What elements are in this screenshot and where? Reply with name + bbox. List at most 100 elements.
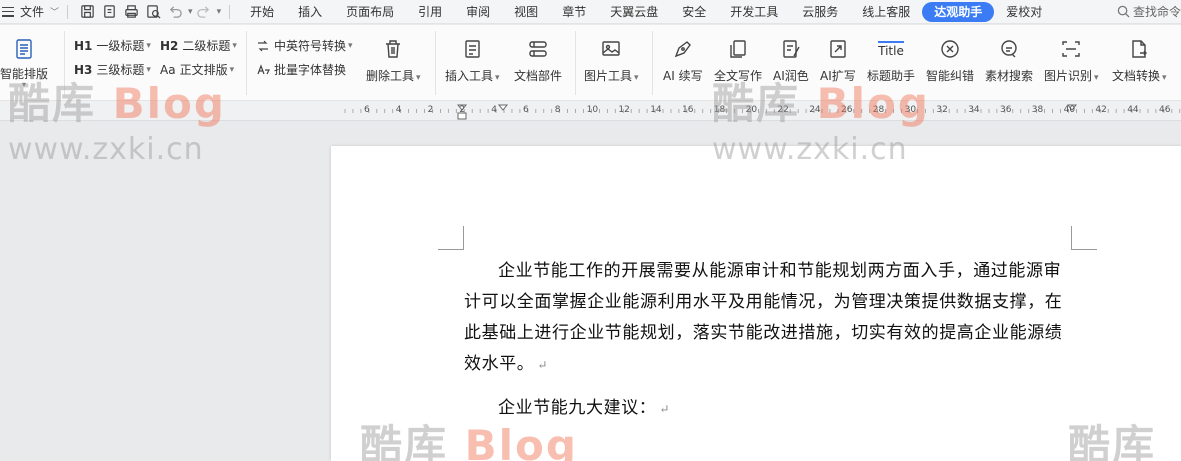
ai-continue-button[interactable]: AI 续写 (663, 37, 703, 84)
title-icon-text: Title (878, 40, 904, 58)
smart-layout-button[interactable]: 智能排版 ▾ (0, 37, 48, 89)
ai-polish-button[interactable]: AI润色 (773, 37, 809, 84)
tab-security[interactable]: 安全 (670, 2, 718, 22)
h3-tag: H3 (74, 62, 93, 77)
ruler-tick-label: 40 (1063, 105, 1076, 115)
insert-tool-button[interactable]: 插入工具 ▾ (445, 37, 500, 84)
font-replace-icon (256, 63, 270, 77)
tab-view[interactable]: 视图 (502, 2, 550, 22)
document-page[interactable]: 企业节能工作的开展需要从能源审计和节能规划两方面入手，通过能源审计可以全面掌握企… (331, 146, 1181, 461)
margin-corner-marker (438, 226, 464, 250)
convert-doc-icon (1127, 37, 1151, 61)
heading3-button[interactable]: H3 三级标题 ▾ (74, 61, 151, 78)
chevron-down-icon: ▾ (348, 40, 353, 51)
h1-tag: H1 (74, 38, 93, 53)
body-label: 正文排版 (179, 63, 228, 77)
chevron-down-icon[interactable]: ▾ (188, 7, 193, 17)
image-tool-button[interactable]: 图片工具 ▾ (584, 37, 639, 84)
menu-icon[interactable] (2, 6, 14, 17)
tab-chapter[interactable]: 章节 (550, 2, 598, 22)
tab-review[interactable]: 审阅 (454, 2, 502, 22)
redo-icon[interactable] (196, 4, 212, 20)
full-write-button[interactable]: 全文写作 (714, 37, 762, 84)
command-search[interactable]: 查找命令 (1117, 3, 1181, 20)
tab-cloud-service[interactable]: 云服务 (790, 2, 850, 22)
horizontal-ruler[interactable]: 6 4 2 2 4 6 8 10 12 14 16 18 20 22 24 26 28 30 32 34 36 38 40 4… (0, 101, 1181, 121)
ruler-tick-label: 42 (1095, 105, 1107, 115)
tab-developer[interactable]: 开发工具 (718, 2, 790, 22)
tab-cloud-disk[interactable]: 天翼云盘 (598, 2, 670, 22)
smart-correct-label: 智能纠错 (926, 69, 975, 83)
doc-convert-button[interactable]: 文档转换 ▾ (1112, 37, 1167, 84)
document-body[interactable]: 企业节能工作的开展需要从能源审计和节能规划两方面入手，通过能源审计可以全面掌握企… (464, 256, 1072, 425)
batch-font-button[interactable]: 批量字体替换 (256, 61, 346, 78)
ruler-tick-label: 44 (1127, 105, 1139, 115)
ruler-tick-label: 36 (1000, 105, 1012, 115)
paragraph-mark-icon: ↵ (659, 402, 671, 416)
document-canvas[interactable]: 企业节能工作的开展需要从能源审计和节能规划两方面入手，通过能源审计可以全面掌握企… (0, 122, 1181, 461)
ruler-tick-label: 46 (1159, 105, 1171, 115)
material-search-button[interactable]: 素材搜索 (985, 37, 1033, 84)
paragraph-2[interactable]: 企业节能九大建议： ↵ (464, 393, 1072, 425)
ruler-tick-label: 20 (745, 105, 758, 115)
ai-expand-button[interactable]: AI扩写 (820, 37, 856, 84)
heading1-button[interactable]: H1 一级标题 ▾ (74, 37, 151, 54)
search-bubble-icon (997, 37, 1021, 61)
tab-references[interactable]: 引用 (406, 2, 454, 22)
tab-insert[interactable]: 插入 (286, 2, 334, 22)
batch-font-label: 批量字体替换 (274, 63, 347, 77)
error-check-icon (938, 37, 962, 61)
ruler-tick-label: 6 (364, 105, 370, 115)
smart-correct-button[interactable]: 智能纠错 (926, 37, 974, 84)
edit-doc-icon (779, 37, 803, 61)
print-preview-icon[interactable] (145, 4, 161, 20)
tab-proofread[interactable]: 爱校对 (994, 2, 1054, 22)
chevron-down-icon: ▾ (232, 40, 237, 51)
punct-convert-button[interactable]: 中英符号转换 ▾ (256, 37, 353, 54)
first-line-indent-icon[interactable] (497, 104, 509, 111)
image-icon (599, 37, 623, 61)
ruler-tick-label: 6 (523, 105, 529, 115)
chevron-down-icon[interactable]: ﹀ (50, 5, 59, 18)
title-helper-label: 标题助手 (867, 69, 916, 83)
title-helper-button[interactable]: Title 标题助手 (867, 37, 915, 84)
divider (652, 31, 653, 95)
paragraph-1[interactable]: 企业节能工作的开展需要从能源审计和节能规划两方面入手，通过能源审计可以全面掌握企… (464, 256, 1072, 381)
chevron-down-icon: ▾ (229, 64, 235, 75)
ruler-tick-label: 28 (872, 105, 885, 115)
convert-icon (256, 39, 270, 53)
tab-online-support[interactable]: 线上客服 (850, 2, 922, 22)
pen-nib-icon (671, 37, 695, 61)
ruler-tick-label: 34 (968, 105, 980, 115)
ruler-tick-label: 14 (650, 105, 662, 115)
ai-polish-label: AI润色 (773, 69, 809, 83)
search-label: 查找命令 (1132, 5, 1181, 19)
delete-tool-button[interactable]: 删除工具 ▾ (366, 37, 421, 84)
ruler-tick-label: 2 (427, 105, 434, 115)
divider (575, 31, 576, 95)
chevron-down-icon[interactable]: ▾ (217, 7, 222, 17)
tab-home[interactable]: 开始 (238, 2, 286, 22)
chevron-down-icon: ▾ (1162, 73, 1167, 83)
ruler-tick-label: 26 (841, 105, 853, 115)
expand-doc-icon (826, 37, 850, 61)
export-pdf-icon[interactable] (101, 4, 117, 20)
undo-icon[interactable] (167, 4, 183, 20)
heading2-button[interactable]: H2 二级标题 ▾ (160, 37, 237, 54)
body-layout-button[interactable]: Aa 正文排版 ▾ (160, 61, 234, 78)
image-recognize-button[interactable]: 图片识别 ▾ (1044, 37, 1099, 84)
ruler-tick-label: 10 (586, 105, 599, 115)
doc-parts-button[interactable]: 文档部件 (514, 37, 562, 84)
scan-icon (1059, 37, 1083, 61)
tab-page-layout[interactable]: 页面布局 (334, 2, 406, 22)
chevron-down-icon: ▾ (634, 73, 639, 83)
image-recognize-label: 图片识别 (1044, 69, 1093, 83)
ruler-tick-label: 38 (1031, 105, 1044, 115)
ruler-tick-label: 12 (618, 105, 630, 115)
print-icon[interactable] (123, 4, 139, 20)
punct-convert-label: 中英符号转换 (274, 39, 347, 53)
ruler-tick-label: 4 (395, 105, 402, 115)
save-icon[interactable] (79, 4, 95, 20)
tab-daguan-assistant[interactable]: 达观助手 (922, 1, 995, 22)
file-menu[interactable]: 文件 (20, 3, 44, 20)
